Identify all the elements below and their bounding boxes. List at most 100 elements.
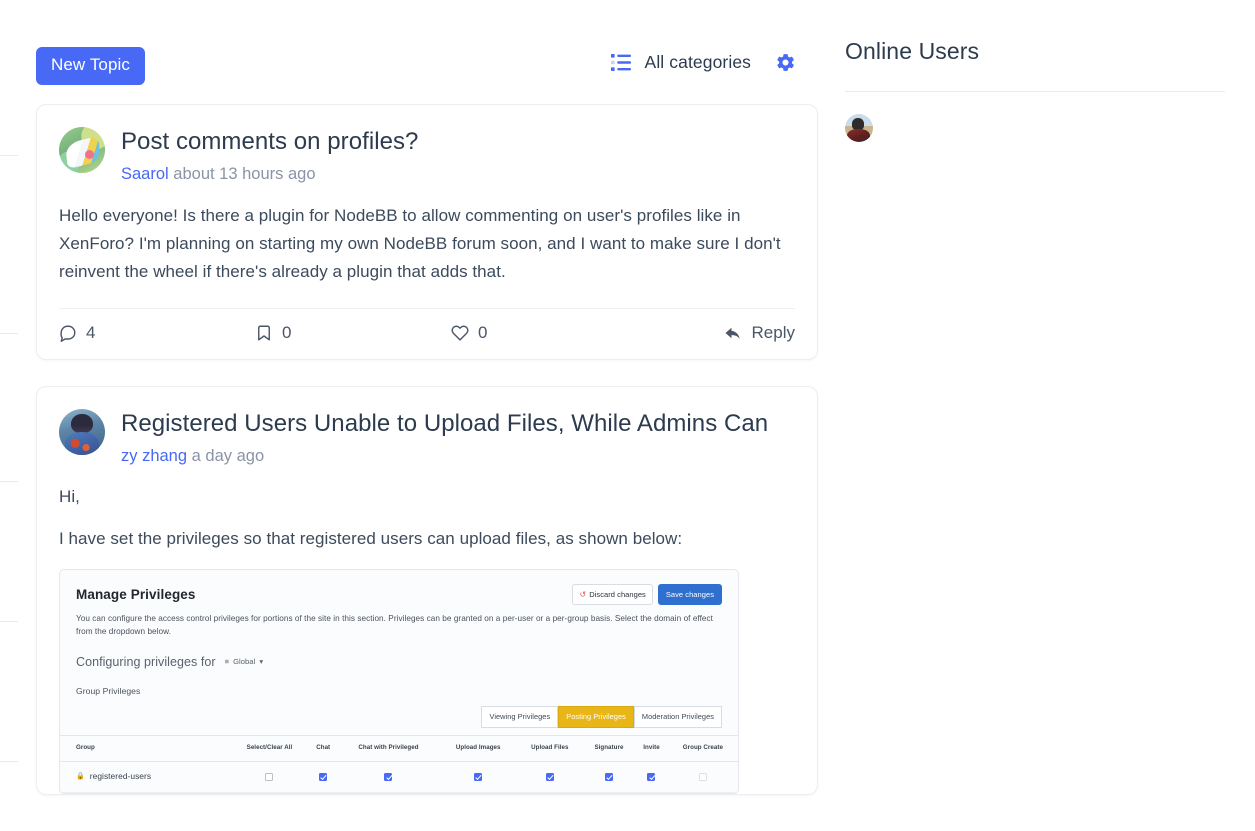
chevron-down-icon: ▾ [259, 656, 264, 666]
tab-posting-privileges[interactable]: Posting Privileges [558, 706, 634, 729]
domain-dropdown[interactable]: ≡ Global ▾ [225, 656, 264, 668]
col-chat-with-privileged: Chat with Privileged [337, 735, 440, 762]
save-changes-button[interactable]: Save changes [657, 584, 722, 606]
discard-changes-button[interactable]: ↺ Discard changes [572, 584, 653, 606]
main-column: New Topic All categories Post comments o… [36, 0, 818, 831]
left-rail [0, 0, 22, 831]
cell-group-create[interactable] [667, 761, 738, 794]
checkbox[interactable] [604, 772, 613, 781]
comments-action[interactable]: 4 [59, 323, 255, 343]
cell-chat[interactable] [308, 761, 338, 794]
category-filter[interactable]: All categories [610, 52, 751, 73]
toolbar-right-group: All categories [610, 52, 796, 73]
checkbox[interactable] [384, 772, 393, 781]
topic-actions: 4 0 0 Reply [59, 309, 795, 359]
cell-chat-with-privileged[interactable] [337, 761, 440, 794]
bookmark-icon [255, 324, 273, 342]
topic-body: Hi, I have set the privileges so that re… [59, 483, 795, 795]
checkbox[interactable] [319, 772, 328, 781]
col-signature: Signature [582, 735, 636, 762]
reply-action[interactable]: Reply [724, 323, 795, 343]
discard-changes-label: Discard changes [589, 589, 646, 599]
left-rail-divider [0, 333, 18, 334]
checkbox[interactable] [698, 772, 707, 781]
online-users-title: Online Users [845, 38, 980, 64]
embed-buttons: ↺ Discard changes Save changes [572, 584, 722, 606]
checkbox[interactable] [265, 772, 274, 781]
embedded-screenshot[interactable]: Manage Privileges ↺ Discard changes Save… [59, 569, 739, 795]
bookmark-action[interactable]: 0 [255, 323, 451, 343]
topic-title[interactable]: Post comments on profiles? [121, 128, 795, 156]
tab-moderation-privileges[interactable]: Moderation Privileges [633, 706, 722, 729]
new-topic-button[interactable]: New Topic [36, 47, 146, 85]
row-group-name: registered-users [89, 770, 152, 781]
likes-count: 0 [478, 322, 488, 342]
topic-toolbar: New Topic All categories [36, 0, 818, 104]
left-rail-divider [0, 481, 18, 482]
comment-icon [59, 324, 77, 342]
privilege-tabs: Viewing Privileges Posting Privileges Mo… [60, 698, 738, 729]
topic-header: Registered Users Unable to Upload Files,… [59, 408, 795, 467]
topic-author[interactable]: Saarol [121, 165, 169, 183]
tab-viewing-privileges[interactable]: Viewing Privileges [481, 706, 559, 729]
left-rail-divider [0, 621, 18, 622]
cell-upload-files[interactable] [516, 761, 583, 794]
cell-select-clear-all[interactable] [230, 761, 309, 794]
comments-count: 4 [86, 322, 96, 342]
avatar[interactable] [59, 408, 105, 455]
col-group-create: Group Create [667, 735, 738, 762]
checkbox[interactable] [474, 772, 483, 781]
col-select-clear-all: Select/Clear All [230, 735, 309, 762]
embed-description: You can configure the access control pri… [76, 614, 714, 636]
topic-paragraph: Hi, [59, 487, 80, 507]
topic-header-text: Registered Users Unable to Upload Files,… [121, 409, 795, 467]
like-action[interactable]: 0 [451, 323, 647, 343]
online-users-list [845, 92, 1225, 142]
group-privileges-label: Group Privileges [76, 686, 141, 697]
cell-upload-images[interactable] [439, 761, 517, 794]
gear-icon[interactable] [775, 52, 796, 73]
reply-label: Reply [751, 322, 795, 342]
left-rail-divider [0, 155, 18, 156]
topic-meta: Saarol about 13 hours ago [121, 165, 795, 185]
topic-body: Hello everyone! Is there a plugin for No… [59, 202, 795, 286]
topic-title[interactable]: Registered Users Unable to Upload Files,… [121, 410, 795, 438]
checkbox[interactable] [545, 772, 554, 781]
col-invite: Invite [635, 735, 668, 762]
topic-header-text: Post comments on profiles? Saarol about … [121, 127, 795, 185]
lock-icon: 🔒 [76, 772, 85, 780]
topic-card[interactable]: Post comments on profiles? Saarol about … [36, 104, 818, 360]
topic-timestamp: about 13 hours ago [173, 165, 316, 184]
undo-icon: ↺ [579, 590, 587, 600]
topic-meta: zy zhang a day ago [121, 447, 795, 467]
category-filter-label: All categories [644, 52, 751, 72]
embed-configuring-row: Configuring privileges for ≡ Global ▾ [60, 639, 738, 673]
cell-invite[interactable] [635, 761, 668, 794]
domain-value: Global [233, 656, 256, 666]
topic-card[interactable]: Registered Users Unable to Upload Files,… [36, 385, 818, 796]
topic-paragraph: I have set the privileges so that regist… [59, 529, 683, 549]
checkbox[interactable] [647, 772, 656, 781]
configuring-label: Configuring privileges for [76, 654, 216, 669]
table-header-row: Group Select/Clear All Chat Chat with Pr… [60, 735, 738, 762]
online-user-avatar[interactable] [845, 114, 873, 142]
topic-paragraph: Hello everyone! Is there a plugin for No… [59, 205, 781, 281]
avatar[interactable] [59, 127, 105, 173]
embed-title: Manage Privileges [76, 587, 196, 603]
col-chat: Chat [308, 735, 338, 762]
topic-author[interactable]: zy zhang [121, 447, 187, 465]
topic-timestamp: a day ago [191, 446, 265, 465]
row-group-cell: 🔒 registered-users [60, 761, 230, 794]
topic-header: Post comments on profiles? Saarol about … [59, 127, 795, 185]
left-rail-divider [0, 761, 18, 762]
menu-icon: ≡ [224, 656, 230, 666]
cell-signature[interactable] [582, 761, 636, 794]
col-upload-files: Upload Files [516, 735, 583, 762]
forum-page: New Topic All categories Post comments o… [0, 0, 1255, 831]
embed-header: Manage Privileges ↺ Discard changes Save… [60, 570, 738, 606]
table-row: 🔒 registered-users [60, 761, 738, 794]
col-upload-images: Upload Images [439, 735, 517, 762]
list-icon [610, 54, 631, 71]
online-users-panel: Online Users [845, 0, 1225, 142]
bookmarks-count: 0 [282, 322, 292, 342]
